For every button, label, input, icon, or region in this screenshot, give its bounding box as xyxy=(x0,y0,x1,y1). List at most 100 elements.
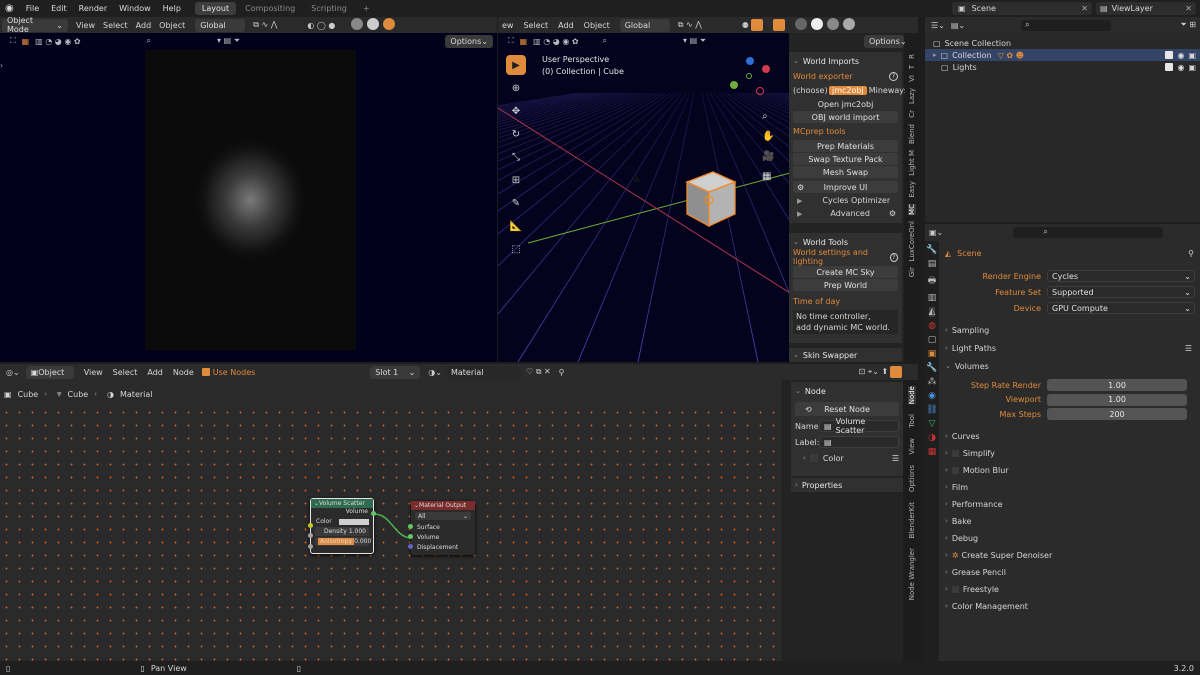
left-snap-icon[interactable]: ⧉ ∿ ⋀ xyxy=(253,20,277,30)
v3d-orientation-selector[interactable]: Global xyxy=(619,18,670,32)
properties-header[interactable]: Properties xyxy=(802,481,842,490)
reset-node-button[interactable]: ⟲ Reset Node xyxy=(795,402,899,416)
node-menu-view[interactable]: View xyxy=(84,368,103,377)
node-panel-header[interactable]: Node xyxy=(805,387,826,396)
viewlayer-selector[interactable]: ViewLayer xyxy=(1112,4,1153,13)
v3d-mini-icons[interactable]: ▥ ◔ ◕ ◉ ✿ xyxy=(533,37,578,46)
simplify-checkbox[interactable] xyxy=(951,449,959,457)
node-overlay-toggle[interactable] xyxy=(890,366,903,378)
move-tool-icon[interactable]: ✥ xyxy=(506,101,526,121)
object-tab-icon[interactable]: ▣ xyxy=(928,349,937,359)
outliner-search[interactable]: ⌕ xyxy=(1021,19,1112,31)
tab-compositing[interactable]: Compositing xyxy=(238,2,302,15)
lights-eye-icon[interactable]: ◉ xyxy=(1177,63,1184,72)
left-vp-shading-mini-icons[interactable]: ▥ ◔ ◕ ◉ ✿ xyxy=(35,37,80,46)
node-name-field[interactable]: ▤ Volume Scatter xyxy=(819,417,899,435)
step-rate-field[interactable]: 1.00 xyxy=(1047,379,1187,391)
select-tool-icon[interactable]: ▶ xyxy=(506,55,526,75)
lights-exclude-checkbox[interactable] xyxy=(1165,63,1174,71)
material-name-field[interactable]: Material xyxy=(445,365,522,379)
node-menu-node[interactable]: Node xyxy=(173,368,194,377)
left-shading-icons[interactable] xyxy=(349,18,397,32)
volume-scatter-node[interactable]: ⌄ Volume Scatter Volume Color Density 1.0… xyxy=(308,498,376,554)
v3d-options-button[interactable]: Options ⌄ xyxy=(864,35,907,48)
pin-icon[interactable]: ⚲ xyxy=(559,368,565,377)
node-editor-type-icon[interactable]: ◎⌄ xyxy=(6,368,20,377)
material-actions-icons[interactable]: ♡ ⧉ ✕ xyxy=(526,367,551,377)
camera-view-icon[interactable]: 🎥 xyxy=(762,151,774,162)
v3d-menu-view[interactable]: ew xyxy=(502,21,513,30)
v3d-grid-icon[interactable]: ▦ xyxy=(520,37,528,46)
tab-view[interactable]: View xyxy=(908,438,916,455)
left-menu-add[interactable]: Add xyxy=(136,21,152,30)
v3d-menu-add[interactable]: Add xyxy=(558,21,574,30)
close-scene-icon[interactable]: ✕ xyxy=(1081,4,1088,13)
obj-import-button[interactable]: OBJ world import xyxy=(793,111,898,123)
tab-scripting[interactable]: Scripting xyxy=(304,2,354,15)
light-paths-list-icon[interactable]: ☰ xyxy=(1185,344,1192,353)
constraints-tab-icon[interactable]: ⛓ xyxy=(926,405,937,415)
help-icon[interactable]: ? xyxy=(889,71,898,81)
color-checkbox[interactable] xyxy=(809,454,818,462)
world-help-icon[interactable]: ? xyxy=(889,252,898,262)
outliner-type-icon[interactable]: ☰⌄ xyxy=(931,21,945,30)
motion-blur-checkbox[interactable] xyxy=(951,466,959,474)
scatter-density-label[interactable]: Density xyxy=(324,528,347,535)
scene-selector[interactable]: Scene xyxy=(972,4,996,13)
modifier-tab-icon[interactable]: 🔧 xyxy=(926,363,937,373)
color-list-icon[interactable]: ☰ xyxy=(892,454,899,463)
v3d-filter-icon[interactable]: ▾ ▤ ⏷ xyxy=(683,36,706,46)
feature-set-select[interactable]: Supported ⌄ xyxy=(1047,286,1195,298)
light-paths-panel[interactable]: Light Paths xyxy=(952,344,996,353)
cursor-tool-icon[interactable]: ⊕ xyxy=(506,78,526,98)
cube[interactable] xyxy=(681,170,737,230)
exporter-mineways[interactable]: Mineways xyxy=(869,86,908,95)
exporter-choose[interactable]: (choose) xyxy=(793,86,828,95)
v3d-search-icon[interactable]: ⌕ xyxy=(603,36,607,46)
render-tab-icon[interactable]: ▤ xyxy=(928,259,937,269)
bake-panel[interactable]: Bake xyxy=(952,517,972,526)
ortho-grid-icon[interactable]: ▦ xyxy=(762,171,774,182)
max-steps-field[interactable]: 200 xyxy=(1047,408,1187,420)
tab-vi[interactable]: VI xyxy=(908,75,916,82)
annotate-tool-icon[interactable]: ✎ xyxy=(506,193,526,213)
tab-gir[interactable]: Gir xyxy=(908,267,916,277)
material-tab-icon[interactable]: ◑ xyxy=(928,433,936,443)
viewport-step-field[interactable]: 1.00 xyxy=(1047,393,1187,406)
texture-tab-icon[interactable]: ▦ xyxy=(928,447,937,457)
skin-swapper-header[interactable]: Skin Swapper xyxy=(803,351,857,360)
world-imports-header[interactable]: World Imports xyxy=(803,57,859,66)
tab-blenderkit[interactable]: BlenderKit xyxy=(908,502,916,538)
object-type-selector[interactable]: ▣ Object xyxy=(25,365,74,379)
add-cube-tool-icon[interactable]: ⬚ xyxy=(506,239,526,259)
lights-camera-icon[interactable]: ▣ xyxy=(1188,63,1196,72)
v3d-gizmo-icon[interactable]: ⚉ xyxy=(742,21,749,30)
output-tab-icon[interactable]: 🖶 xyxy=(928,273,937,289)
node-overlay-icons[interactable]: ⊡ ⌖⌄ ⬆ xyxy=(859,367,889,377)
collection-tab-icon[interactable]: ▢ xyxy=(928,335,937,345)
tab-luxcore[interactable]: LuxCoreOnl xyxy=(908,221,916,261)
mesh-swap-button[interactable]: Mesh Swap xyxy=(793,166,898,178)
denoiser-panel[interactable]: Create Super Denoiser xyxy=(962,551,1053,560)
node-menu-select[interactable]: Select xyxy=(113,368,138,377)
v3d-shading-icons[interactable] xyxy=(793,18,857,32)
props-pin-icon[interactable]: ⚲ xyxy=(1188,249,1194,258)
menu-help[interactable]: Help xyxy=(163,4,181,13)
properties-type-icon[interactable]: ▣⌄ xyxy=(929,228,943,237)
left-visibility-icon[interactable]: ◐ ◯ ● xyxy=(307,21,335,30)
particles-tab-icon[interactable]: ⁂ xyxy=(928,377,937,387)
collection-eye-icon[interactable]: ◉ xyxy=(1177,51,1184,60)
left-orientation-selector[interactable]: Global xyxy=(195,18,246,32)
tab-easy[interactable]: Easy xyxy=(908,181,916,198)
v3d-xray-icon[interactable] xyxy=(772,19,785,31)
zoom-icon[interactable]: ⌕ xyxy=(762,111,774,122)
scale-tool-icon[interactable]: ⤡ xyxy=(506,147,526,167)
tab-light-m[interactable]: Light M xyxy=(908,150,916,176)
collection-content-icons[interactable]: ▽ ✿ ☻ xyxy=(998,51,1024,60)
world-tab-icon[interactable]: ◍ xyxy=(928,321,936,331)
add-workspace-button[interactable]: + xyxy=(356,2,377,15)
tab-node[interactable]: Node xyxy=(908,386,916,405)
tab-mc[interactable]: MC xyxy=(908,203,916,215)
tab-node-wrangler[interactable]: Node Wrangler xyxy=(908,548,916,600)
v3d-menu-object[interactable]: Object xyxy=(584,21,610,30)
